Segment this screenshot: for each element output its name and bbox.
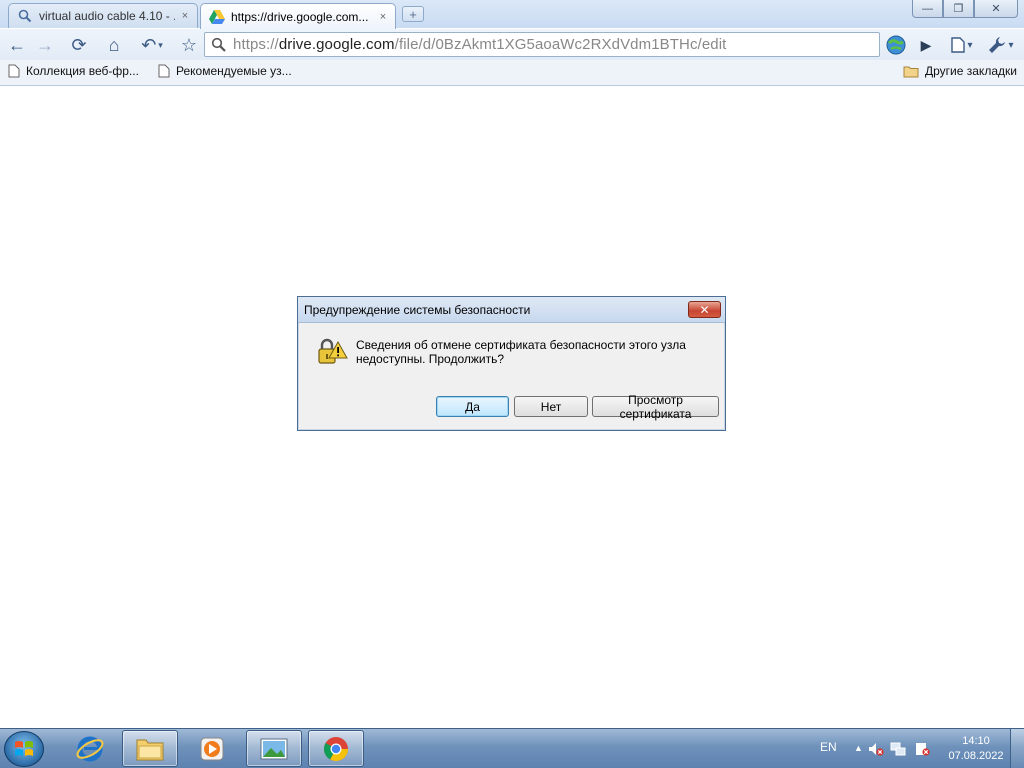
chevron-down-icon: ▾ bbox=[967, 39, 973, 51]
taskbar-media-player[interactable] bbox=[184, 730, 240, 767]
action-center-alert-icon[interactable] bbox=[914, 741, 930, 757]
page-icon bbox=[951, 37, 966, 53]
windows-taskbar: EN ▲ 14:10 07.08.2022 bbox=[0, 728, 1024, 768]
taskbar-chrome[interactable] bbox=[308, 730, 364, 767]
browser-toolbar: ← → ⟳ ⌂ ↶ ▾ ☆ https://drive.google.com/f… bbox=[0, 28, 1024, 60]
tab-close-icon[interactable]: × bbox=[179, 10, 191, 22]
media-player-icon bbox=[200, 737, 224, 760]
bookmarks-bar: Коллекция веб-фр... Рекомендуемые уз... … bbox=[0, 60, 1024, 86]
other-bookmarks-folder[interactable]: Другие закладки bbox=[903, 64, 1017, 78]
play-icon: ▶ bbox=[920, 36, 932, 53]
tab-close-icon[interactable]: × bbox=[377, 11, 389, 23]
tab-title: https://drive.google.com... bbox=[231, 9, 369, 24]
extension-globe-icon bbox=[886, 35, 906, 55]
address-bar[interactable]: https://drive.google.com/file/d/0BzAkmt1… bbox=[204, 32, 880, 57]
bookmark-label: Коллекция веб-фр... bbox=[26, 64, 139, 78]
google-drive-icon bbox=[209, 9, 225, 25]
window-controls: — ❐ ✕ bbox=[912, 0, 1018, 18]
taskbar-internet-explorer[interactable] bbox=[62, 730, 118, 767]
chrome-icon bbox=[323, 736, 348, 761]
tab-virtual-audio-cable[interactable]: virtual audio cable 4.10 - ... × bbox=[8, 3, 198, 28]
maximize-button[interactable]: ❐ bbox=[943, 0, 974, 18]
extension-button[interactable] bbox=[882, 33, 910, 57]
browser-titlebar: virtual audio cable 4.10 - ... × https:/… bbox=[0, 0, 1024, 29]
dialog-message: Сведения об отмене сертификата безопасно… bbox=[356, 338, 696, 366]
dialog-title: Предупреждение системы безопасности bbox=[304, 302, 531, 317]
back-button[interactable]: ← bbox=[4, 33, 30, 57]
volume-muted-icon[interactable] bbox=[868, 741, 884, 757]
new-tab-button[interactable]: + bbox=[402, 6, 424, 22]
wrench-icon bbox=[989, 37, 1006, 53]
security-warning-dialog: Предупреждение системы безопасности ✕ Св… bbox=[297, 296, 726, 431]
url-scheme: https:// bbox=[233, 36, 279, 53]
undo-close-tab-button[interactable]: ↶ ▾ bbox=[134, 33, 170, 57]
dialog-body: Сведения об отмене сертификата безопасно… bbox=[302, 324, 721, 426]
reload-icon: ⟳ bbox=[71, 34, 87, 55]
dialog-close-button[interactable]: ✕ bbox=[688, 301, 721, 318]
folder-icon bbox=[903, 65, 919, 78]
dialog-titlebar[interactable]: Предупреждение системы безопасности bbox=[298, 297, 725, 323]
home-button[interactable]: ⌂ bbox=[100, 33, 128, 57]
dialog-message-line: Сведения об отмене сертификата безопасно… bbox=[356, 338, 686, 352]
taskbar-picture-viewer[interactable] bbox=[246, 730, 302, 767]
undo-icon: ↶ bbox=[141, 34, 157, 55]
play-button[interactable]: ▶ bbox=[914, 33, 938, 57]
bookmark-label: Рекомендуемые уз... bbox=[176, 64, 292, 78]
page-menu-button[interactable]: ▾ bbox=[946, 33, 978, 57]
show-hidden-icons-button[interactable]: ▲ bbox=[854, 743, 863, 753]
clock-date: 07.08.2022 bbox=[948, 750, 1004, 762]
windows-logo-icon bbox=[15, 741, 33, 756]
star-icon: ☆ bbox=[180, 34, 198, 55]
internet-explorer-icon bbox=[76, 736, 104, 761]
clock[interactable]: 14:10 07.08.2022 bbox=[944, 734, 1008, 764]
network-icon[interactable] bbox=[890, 741, 906, 757]
reload-button[interactable]: ⟳ bbox=[66, 33, 92, 57]
view-certificate-button[interactable]: Просмотр сертификата bbox=[592, 393, 719, 421]
no-button[interactable]: Нет bbox=[514, 396, 588, 417]
page-icon bbox=[8, 64, 20, 78]
close-window-button[interactable]: ✕ bbox=[974, 0, 1018, 18]
start-button[interactable] bbox=[4, 731, 44, 767]
bookmark-star-button[interactable]: ☆ bbox=[176, 33, 202, 57]
picture-viewer-icon bbox=[260, 738, 288, 759]
tab-title: virtual audio cable 4.10 - ... bbox=[39, 9, 175, 23]
search-icon bbox=[17, 8, 33, 24]
url-path: /file/d/0BzAkmt1XG5aoaWc2RXdVdm1BTHc/edi… bbox=[394, 36, 727, 53]
search-icon bbox=[211, 37, 226, 52]
minimize-button[interactable]: — bbox=[912, 0, 943, 18]
clock-time: 14:10 bbox=[962, 735, 990, 747]
yes-button[interactable]: Да bbox=[436, 396, 509, 417]
forward-arrow-icon: → bbox=[36, 34, 54, 55]
taskbar-windows-explorer[interactable] bbox=[122, 730, 178, 767]
tab-google-drive[interactable]: https://drive.google.com... × bbox=[200, 3, 396, 29]
back-arrow-icon: ← bbox=[8, 34, 26, 55]
address-url: https://drive.google.com/file/d/0BzAkmt1… bbox=[233, 36, 726, 53]
bookmark-item[interactable]: Коллекция веб-фр... bbox=[8, 64, 139, 78]
wrench-menu-button[interactable]: ▾ bbox=[984, 33, 1018, 57]
chevron-down-icon: ▾ bbox=[1008, 39, 1014, 51]
system-tray: EN ▲ 14:10 07.08.2022 bbox=[794, 729, 1024, 768]
security-warning-lock-icon bbox=[316, 336, 348, 368]
dialog-message-line: недоступны. Продолжить? bbox=[356, 352, 505, 366]
home-icon: ⌂ bbox=[108, 34, 120, 55]
page-icon bbox=[158, 64, 170, 78]
bookmark-item[interactable]: Рекомендуемые уз... bbox=[158, 64, 292, 78]
forward-button[interactable]: → bbox=[32, 33, 58, 57]
language-indicator[interactable]: EN bbox=[820, 740, 837, 754]
url-host: drive.google.com bbox=[278, 36, 395, 53]
other-bookmarks-label: Другие закладки bbox=[925, 64, 1017, 78]
show-desktop-button[interactable] bbox=[1010, 729, 1024, 768]
windows-explorer-icon bbox=[136, 739, 164, 760]
chevron-down-icon: ▾ bbox=[158, 39, 163, 50]
